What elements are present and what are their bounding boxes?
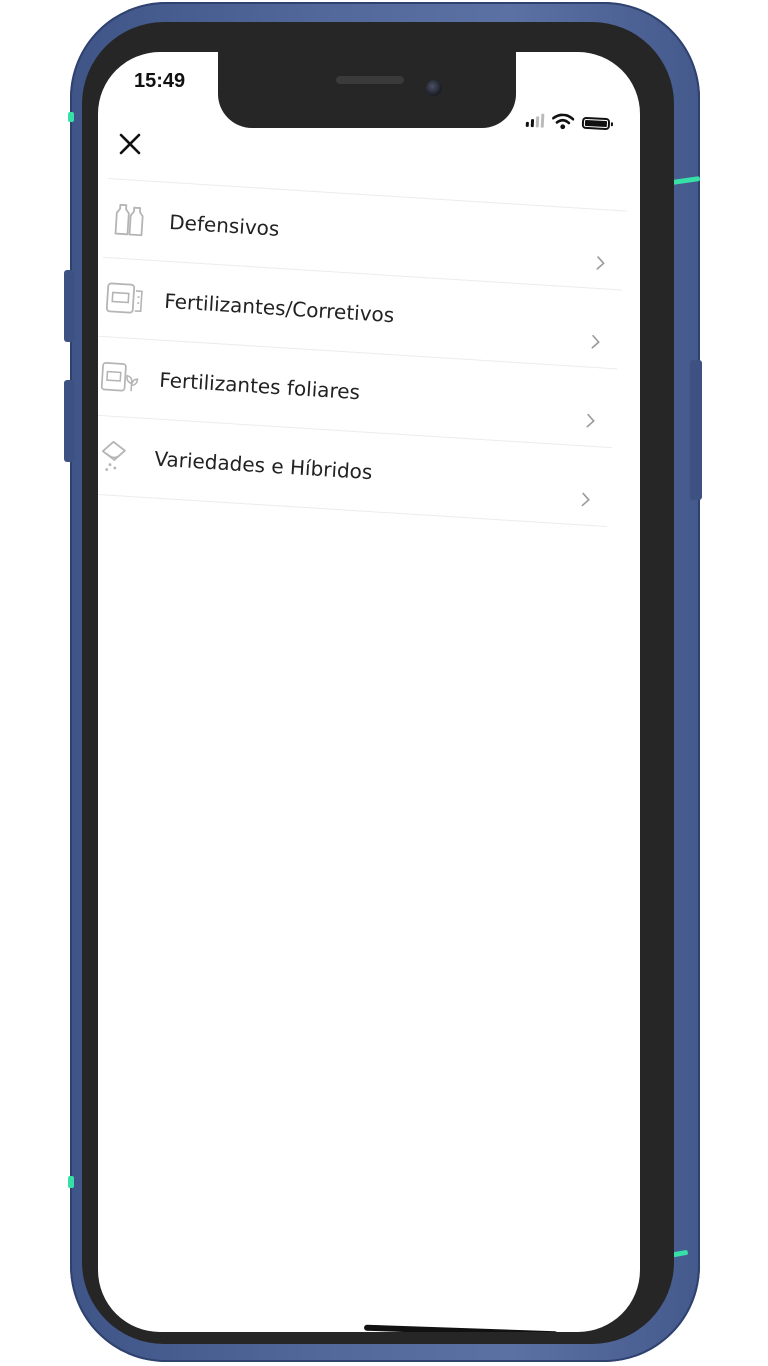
battery-icon <box>581 116 611 131</box>
menu-item-label: Defensivos <box>168 209 281 241</box>
volume-up-button <box>64 270 74 342</box>
front-camera <box>426 80 442 96</box>
chevron-right-icon <box>596 256 605 270</box>
close-icon[interactable] <box>116 130 144 158</box>
menu-item-label: Variedades e Híbridos <box>153 446 374 485</box>
speaker-grille <box>336 76 404 84</box>
category-menu: Defensivos Fertilizantes/Corretivos Fert… <box>98 178 627 528</box>
bottles-icon <box>108 198 150 240</box>
fertilizer-bag-icon <box>103 277 145 319</box>
seeds-icon <box>98 435 136 477</box>
foliar-fertilizer-icon <box>98 356 140 398</box>
volume-down-button <box>64 380 74 462</box>
menu-item-label: Fertilizantes foliares <box>158 367 361 405</box>
chevron-right-icon <box>581 492 590 507</box>
cellular-signal-icon <box>525 113 545 128</box>
antenna-band <box>68 1176 74 1188</box>
phone-screen: 15:49 Defensivos Fertilizantes/Corretivo… <box>98 52 640 1332</box>
antenna-band <box>68 112 74 122</box>
chevron-right-icon <box>591 334 600 349</box>
notch <box>218 52 516 128</box>
status-time: 15:49 <box>134 70 186 92</box>
wifi-icon <box>551 113 575 130</box>
status-icons <box>525 112 611 132</box>
chevron-right-icon <box>586 413 595 428</box>
power-button <box>690 360 702 500</box>
device-stage: 15:49 Defensivos Fertilizantes/Corretivo… <box>0 0 768 1366</box>
home-indicator[interactable] <box>363 1324 559 1332</box>
menu-item-label: Fertilizantes/Corretivos <box>163 288 395 328</box>
